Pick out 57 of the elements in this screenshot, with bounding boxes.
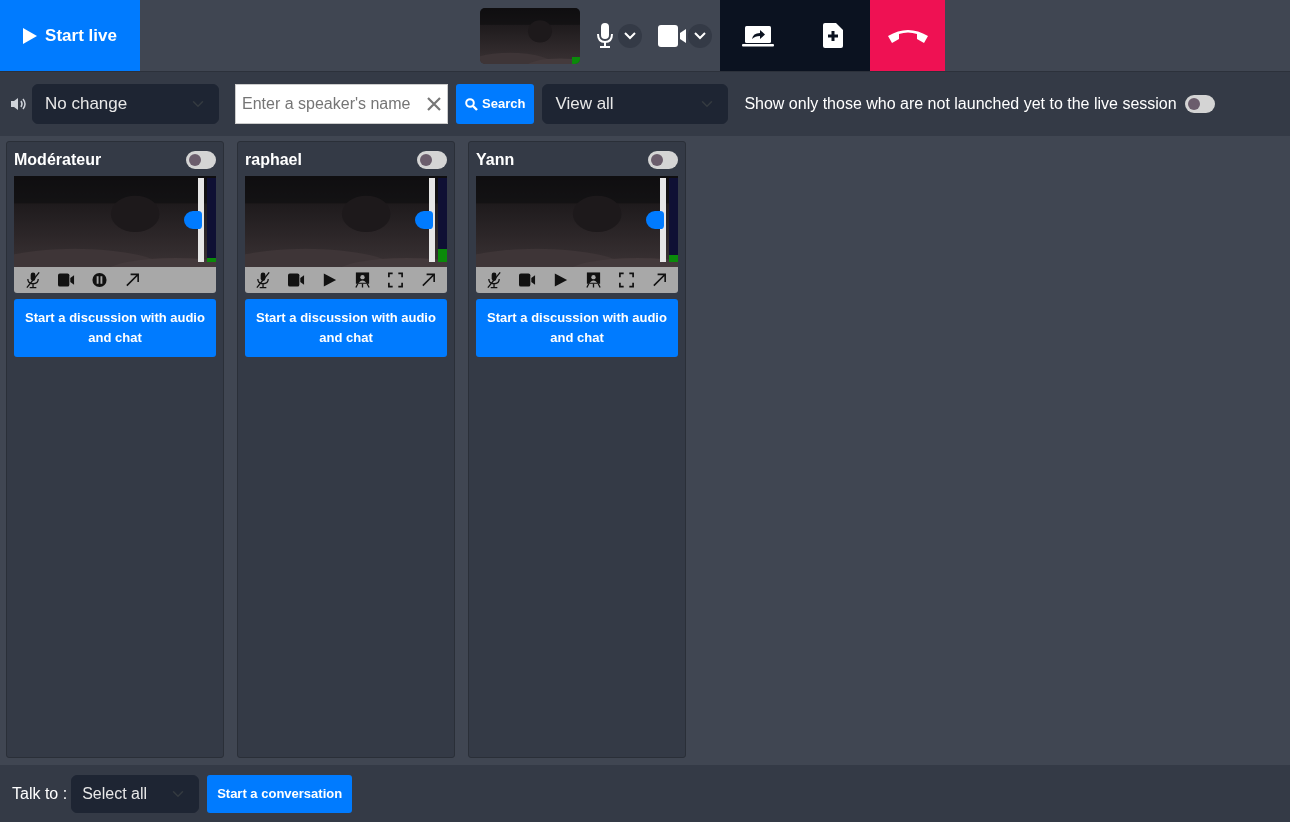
volume-slider[interactable] [184, 178, 204, 262]
caret-icon [624, 31, 636, 40]
audio-select[interactable]: No change [32, 84, 219, 124]
camera-icon [288, 271, 306, 289]
speaker-icon [10, 97, 28, 111]
presenter-button[interactable] [353, 271, 372, 289]
search-icon [465, 97, 478, 111]
hang-up-button[interactable] [870, 0, 945, 71]
camera-icon [519, 271, 537, 289]
microphone-icon[interactable] [596, 22, 614, 49]
start-discussion-button[interactable]: Start a discussion with audio and chat [476, 299, 678, 357]
toggle-switch[interactable] [648, 151, 678, 169]
add-document-icon [822, 23, 843, 48]
fullscreen-button[interactable] [386, 271, 405, 289]
camera-button[interactable] [518, 271, 537, 289]
pause-icon [90, 271, 108, 289]
fullscreen-button[interactable] [617, 271, 636, 289]
toggle-switch[interactable] [417, 151, 447, 169]
share-screen-icon [741, 24, 774, 47]
slider-thumb[interactable] [646, 211, 664, 229]
participant-name: Yann [476, 150, 515, 170]
caret-icon [694, 31, 706, 40]
search-button[interactable]: Search [456, 84, 535, 124]
participant-name: Modérateur [14, 150, 102, 170]
camera-icon [57, 271, 75, 289]
filter-label: Show only those who are not launched yet to the live session [744, 94, 1177, 114]
filter-toggle[interactable] [1184, 95, 1215, 113]
play-icon [23, 27, 38, 44]
dropdown-button[interactable] [618, 23, 642, 48]
camera-icon[interactable] [658, 25, 688, 48]
start-discussion-button[interactable]: Start a discussion with audio and chat [14, 299, 216, 357]
start-live-button[interactable]: Start live [0, 0, 140, 71]
view-select[interactable]: View all [542, 84, 729, 124]
volume-slider[interactable] [415, 178, 435, 262]
talk-to-label: Talk to : [12, 783, 68, 804]
clear-icon[interactable] [426, 96, 442, 112]
fullscreen-icon [386, 271, 404, 289]
start-conversation-button[interactable]: Start a conversation [207, 774, 353, 813]
volume-slider[interactable] [646, 178, 666, 262]
participant-name: raphael [245, 150, 302, 170]
hang-up-icon [885, 27, 930, 44]
toggle-switch[interactable] [186, 151, 216, 169]
slider-thumb[interactable] [184, 211, 202, 229]
dropdown-button[interactable] [688, 23, 712, 48]
muted-microphone-button[interactable] [24, 271, 42, 289]
fullscreen-icon [617, 271, 635, 289]
muted-microphone-icon [24, 271, 42, 289]
start-discussion-button[interactable]: Start a discussion with audio and chat [245, 299, 447, 357]
presenter-button[interactable] [584, 271, 603, 289]
search-field[interactable]: Enter a speaker's name [235, 84, 448, 124]
talk-to-select[interactable]: Select all [71, 774, 200, 813]
presenter-icon [353, 271, 371, 289]
camera-button[interactable] [287, 271, 306, 289]
camera-button[interactable] [57, 271, 75, 289]
slider-thumb[interactable] [415, 211, 433, 229]
pause-button[interactable] [90, 271, 108, 289]
presenter-icon [584, 271, 602, 289]
